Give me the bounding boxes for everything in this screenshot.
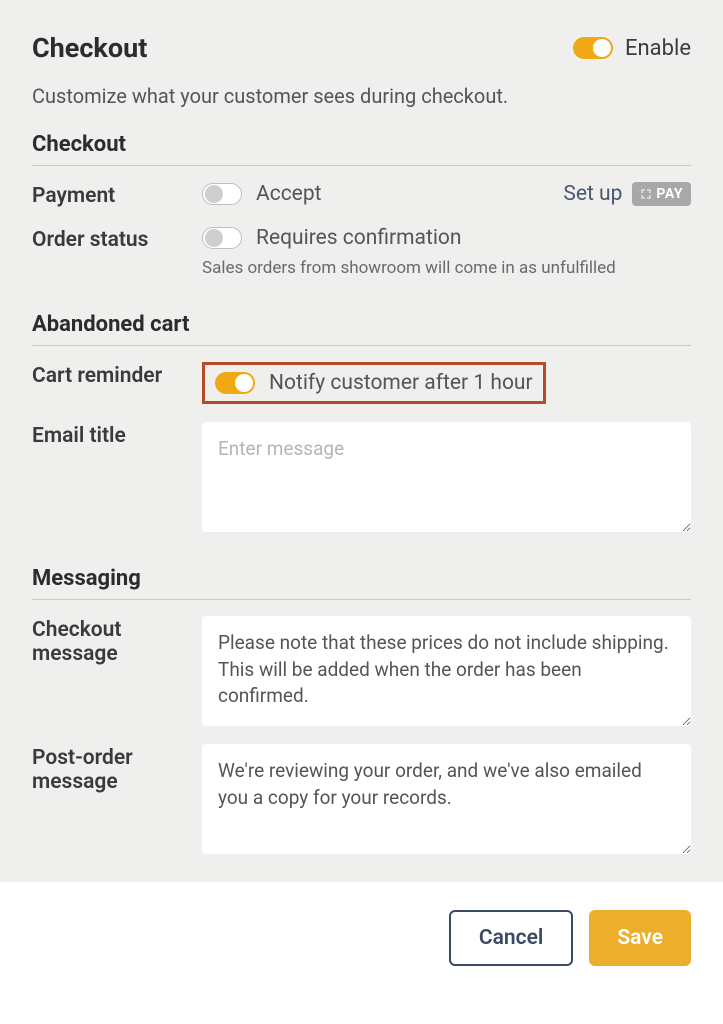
- post-order-message-row: Post-order message: [32, 744, 691, 854]
- email-title-content: [202, 422, 691, 532]
- checkout-message-row: Checkout message: [32, 616, 691, 726]
- cart-reminder-toggle[interactable]: [215, 372, 255, 394]
- cart-reminder-row: Cart reminder Notify customer after 1 ho…: [32, 362, 691, 404]
- enable-label: Enable: [625, 36, 691, 61]
- order-status-label: Order status: [32, 226, 202, 252]
- cancel-button[interactable]: Cancel: [449, 910, 573, 966]
- order-status-row: Order status Requires confirmation Sales…: [32, 226, 691, 278]
- header-row: Checkout Enable: [32, 32, 691, 64]
- post-order-message-textarea[interactable]: [202, 744, 691, 854]
- section-title-checkout: Checkout: [32, 132, 691, 166]
- email-title-label: Email title: [32, 422, 202, 448]
- arrows-expand-icon: [640, 188, 652, 200]
- cart-reminder-content: Notify customer after 1 hour: [202, 362, 546, 404]
- footer: Cancel Save: [0, 882, 723, 994]
- order-status-helper: Sales orders from showroom will come in …: [202, 258, 691, 278]
- payment-toggle-label: Accept: [256, 182, 321, 206]
- checkout-message-label: Checkout message: [32, 616, 202, 666]
- setup-link[interactable]: Set up: [563, 182, 622, 206]
- cart-reminder-label: Cart reminder: [32, 362, 202, 388]
- order-status-toggle-label: Requires confirmation: [256, 226, 462, 250]
- email-title-textarea[interactable]: [202, 422, 691, 532]
- payment-toggle[interactable]: [202, 183, 242, 205]
- subtitle: Customize what your customer sees during…: [32, 84, 691, 108]
- section-title-messaging: Messaging: [32, 566, 691, 600]
- save-button[interactable]: Save: [589, 910, 691, 966]
- page-title: Checkout: [32, 32, 147, 64]
- enable-toggle[interactable]: [573, 37, 613, 59]
- payment-content: Accept Set up PAY: [202, 182, 691, 206]
- settings-panel: Checkout Enable Customize what your cust…: [0, 0, 723, 882]
- cart-reminder-toggle-label: Notify customer after 1 hour: [269, 371, 533, 395]
- order-status-content: Requires confirmation Sales orders from …: [202, 226, 691, 278]
- payment-right: Set up PAY: [563, 182, 691, 206]
- order-status-toggle[interactable]: [202, 227, 242, 249]
- pay-badge-text: PAY: [656, 186, 683, 202]
- checkout-message-textarea[interactable]: [202, 616, 691, 726]
- email-title-row: Email title: [32, 422, 691, 532]
- checkout-message-content: [202, 616, 691, 726]
- pay-badge: PAY: [632, 182, 691, 206]
- cart-reminder-highlight: Notify customer after 1 hour: [202, 362, 546, 404]
- post-order-message-content: [202, 744, 691, 854]
- post-order-message-label: Post-order message: [32, 744, 202, 794]
- payment-row: Payment Accept Set up PAY: [32, 182, 691, 208]
- section-title-abandoned: Abandoned cart: [32, 312, 691, 346]
- enable-group: Enable: [573, 36, 691, 61]
- payment-label: Payment: [32, 182, 202, 208]
